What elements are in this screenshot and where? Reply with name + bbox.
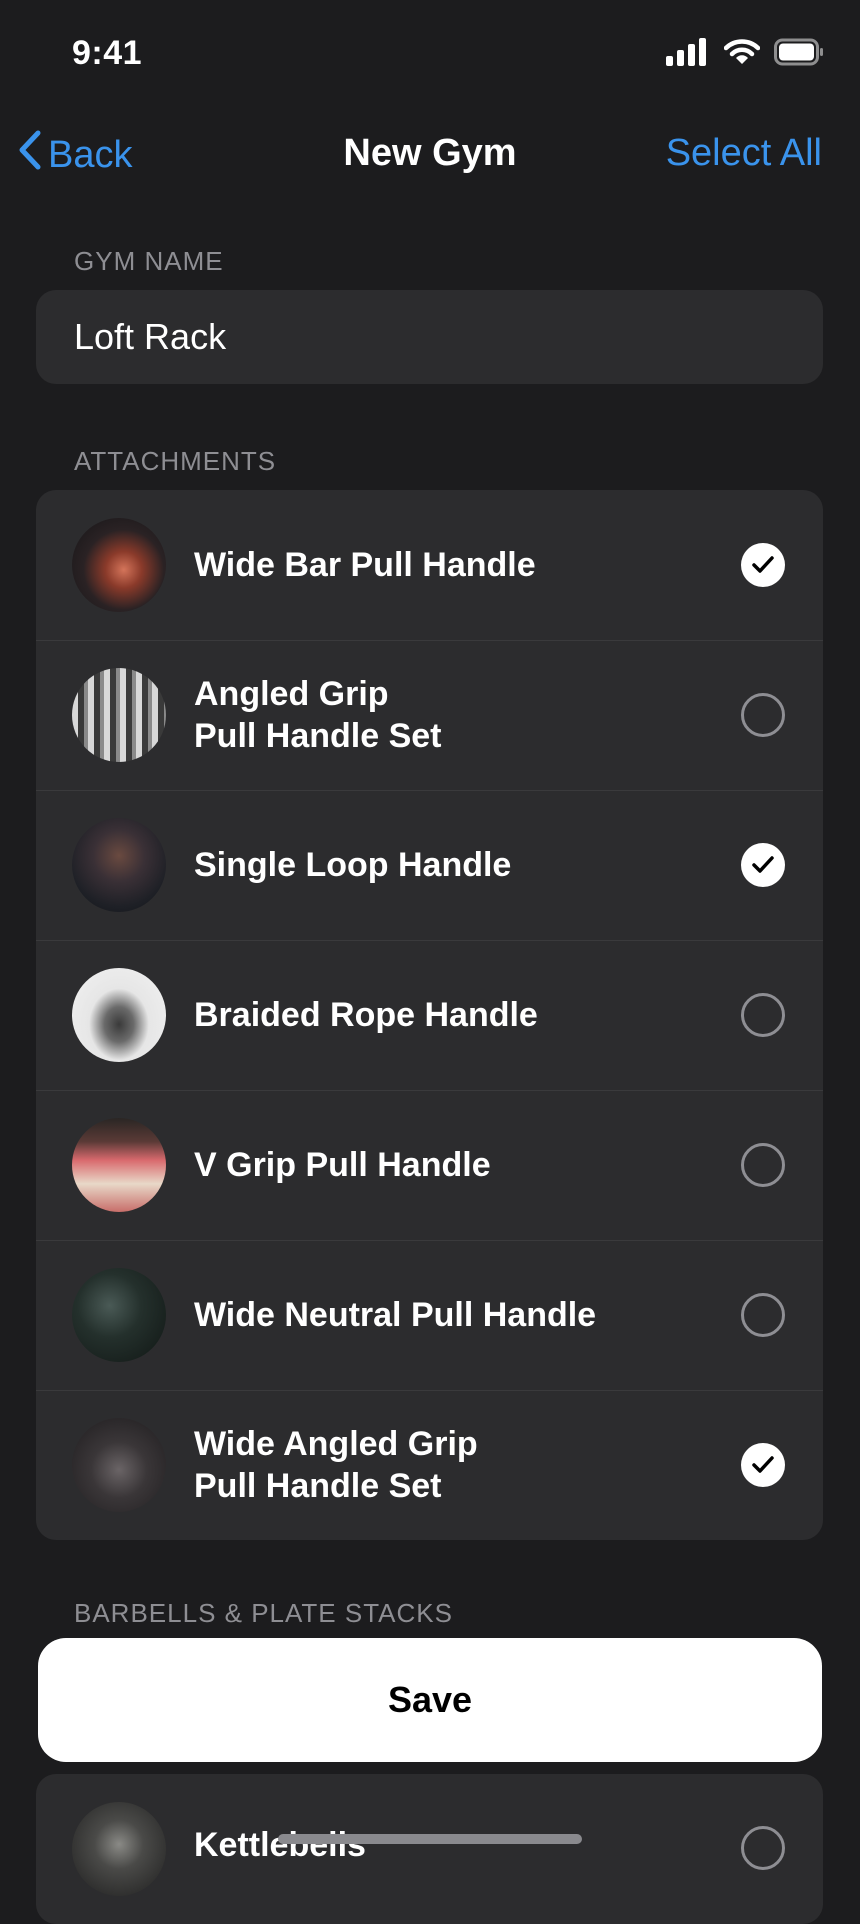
status-icons: [666, 38, 824, 71]
gym-name-section-label: GYM NAME: [74, 246, 224, 276]
unchecked-circle-icon[interactable]: [741, 1143, 785, 1187]
wifi-icon: [723, 38, 761, 71]
barbells-section-label: BARBELLS & PLATE STACKS: [74, 1598, 453, 1628]
attachments-section-label: ATTACHMENTS: [74, 446, 277, 476]
attachment-label: Wide Bar Pull Handle: [194, 546, 536, 584]
attachment-thumbnail: [72, 968, 166, 1062]
back-button[interactable]: Back: [18, 130, 132, 180]
attachment-thumbnail: [72, 668, 166, 762]
attachment-thumbnail: [72, 1268, 166, 1362]
attachment-label: Braided Rope Handle: [194, 996, 538, 1034]
select-all-button[interactable]: Select All: [666, 132, 822, 175]
attachment-row[interactable]: Wide Bar Pull Handle: [36, 490, 823, 640]
chevron-left-icon: [18, 130, 48, 180]
unchecked-circle-icon[interactable]: [741, 693, 785, 737]
unchecked-circle-icon[interactable]: [741, 1293, 785, 1337]
gym-name-input[interactable]: [36, 290, 823, 384]
attachment-thumbnail: [72, 1118, 166, 1212]
attachment-thumbnail: [72, 1418, 166, 1512]
save-button[interactable]: Save: [38, 1638, 822, 1762]
attachment-row[interactable]: V Grip Pull Handle: [36, 1090, 823, 1240]
attachment-label: V Grip Pull Handle: [194, 1146, 491, 1184]
attachment-row[interactable]: Wide Neutral Pull Handle: [36, 1240, 823, 1390]
attachment-row[interactable]: Braided Rope Handle: [36, 940, 823, 1090]
home-indicator[interactable]: [278, 1834, 582, 1844]
attachment-thumbnail: [72, 518, 166, 612]
battery-icon: [774, 38, 824, 71]
checkmark-icon[interactable]: [741, 543, 785, 587]
attachment-row[interactable]: Angled Grip Pull Handle Set: [36, 640, 823, 790]
barbell-thumbnail: [72, 1802, 166, 1896]
attachment-row[interactable]: Single Loop Handle: [36, 790, 823, 940]
barbell-label: Kettlebells: [194, 1826, 366, 1864]
unchecked-circle-icon[interactable]: [741, 1826, 785, 1870]
back-label: Back: [48, 133, 133, 176]
attachments-list: Wide Bar Pull Handle Angled Grip Pull Ha…: [36, 490, 823, 1540]
attachment-row[interactable]: Wide Angled Grip Pull Handle Set: [36, 1390, 823, 1540]
attachment-thumbnail: [72, 818, 166, 912]
attachment-label: Angled Grip Pull Handle Set: [194, 675, 442, 755]
gym-name-card: [36, 290, 823, 384]
signal-icon: [666, 38, 710, 71]
barbell-row[interactable]: Kettlebells: [36, 1774, 823, 1924]
attachment-label: Wide Neutral Pull Handle: [194, 1296, 597, 1334]
checkmark-icon[interactable]: [741, 1443, 785, 1487]
attachment-label: Single Loop Handle: [194, 846, 512, 884]
page-title: New Gym: [343, 132, 517, 174]
attachment-label: Wide Angled Grip Pull Handle Set: [194, 1425, 478, 1505]
barbells-list: Kettlebells: [36, 1774, 823, 1924]
unchecked-circle-icon[interactable]: [741, 993, 785, 1037]
checkmark-icon[interactable]: [741, 843, 785, 887]
status-time: 9:41: [72, 34, 143, 72]
